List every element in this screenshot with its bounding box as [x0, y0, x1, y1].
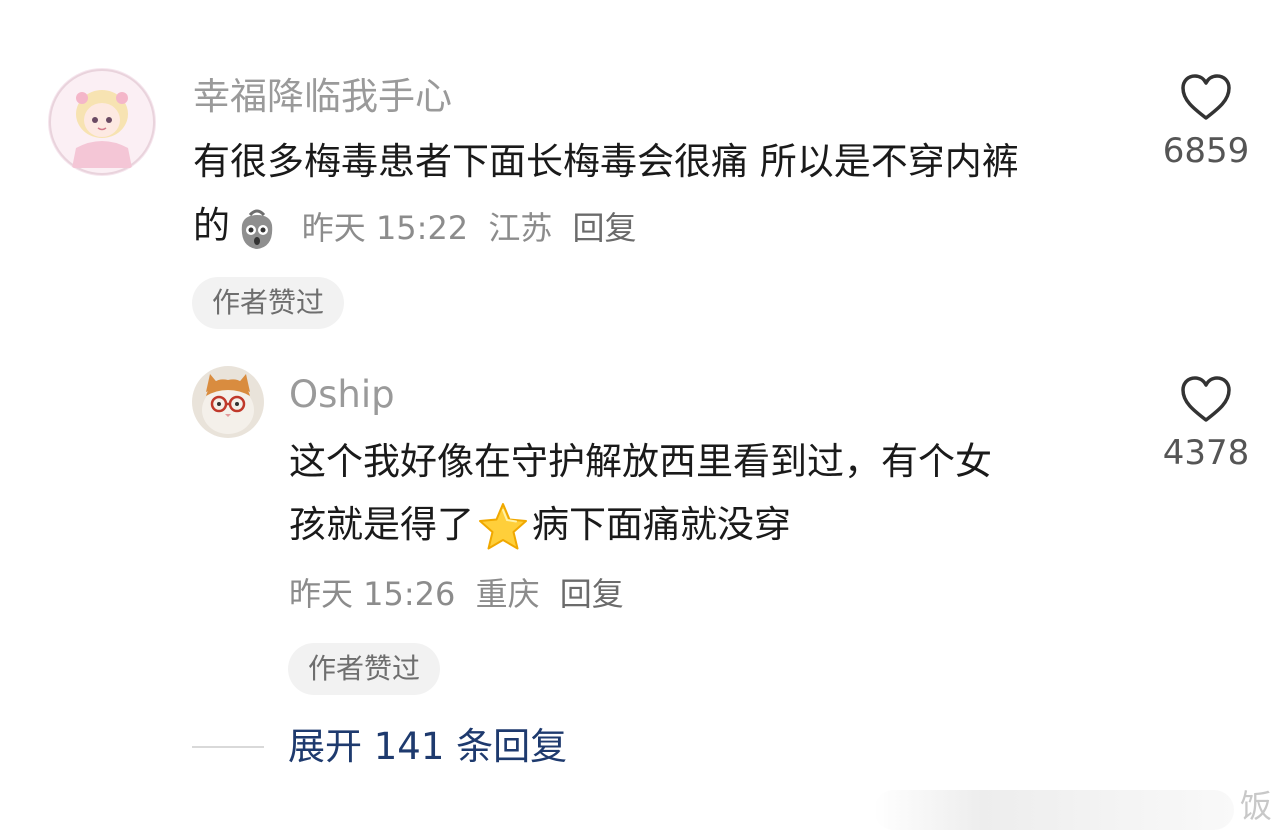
comment-2-meta: 昨天 15:26 重庆 回复 [289, 578, 634, 610]
comment-2-text-before: 孩就是得了 [289, 503, 474, 546]
watermark-bar [874, 790, 1234, 830]
comment-1-time: 昨天 15:22 [301, 208, 469, 247]
comment-1-author-liked-badge: 作者赞过 [192, 277, 345, 329]
avatar-comment-1[interactable] [48, 68, 156, 176]
shocked-bag-emoji-icon [232, 203, 282, 253]
comment-1-username[interactable]: 幸福降临我手心 [193, 78, 452, 115]
heart-icon[interactable] [1179, 72, 1233, 122]
comment-1-like-count: 6859 [1162, 131, 1250, 171]
cat-with-glasses-avatar-icon [192, 366, 264, 438]
comment-2-time: 昨天 15:26 [289, 575, 456, 613]
comment-2-author-liked-badge: 作者赞过 [288, 643, 441, 695]
comment-2-like-count: 4378 [1162, 433, 1250, 473]
comment-1-text-line-1: 有很多梅毒患者下面长梅毒会很痛 所以是不穿内裤 [193, 140, 1019, 183]
avatar-comment-2[interactable] [192, 366, 264, 438]
expand-replies-link[interactable]: 展开 141 条回复 [288, 728, 567, 765]
comment-2-text-after: 病下面痛就没穿 [532, 503, 791, 546]
comment-1-text-tail: 的 [193, 204, 230, 247]
heart-icon[interactable] [1179, 374, 1233, 424]
anime-girl-avatar-icon [48, 68, 156, 176]
comment-1-text-line-2: 的 昨天 15:22 江苏 回复 [193, 196, 647, 256]
star-emoji-icon [476, 500, 530, 554]
comment-1-reply-button[interactable]: 回复 [573, 209, 637, 247]
comment-1-location: 江苏 [488, 208, 553, 247]
expand-divider [192, 746, 264, 748]
comment-2-location: 重庆 [475, 575, 540, 613]
watermark-text: 饭 [1239, 787, 1272, 825]
comment-2-like-button[interactable]: 4378 [1151, 374, 1261, 470]
comment-2-reply-button[interactable]: 回复 [560, 575, 624, 613]
comment-2-username[interactable]: Oship [289, 376, 395, 413]
comment-1-like-button[interactable]: 6859 [1151, 72, 1261, 168]
comment-2-text-line-1: 这个我好像在守护解放西里看到过，有个女 [289, 440, 992, 483]
comment-2-text-line-2: 孩就是得了 病下面痛就没穿 [289, 498, 791, 554]
